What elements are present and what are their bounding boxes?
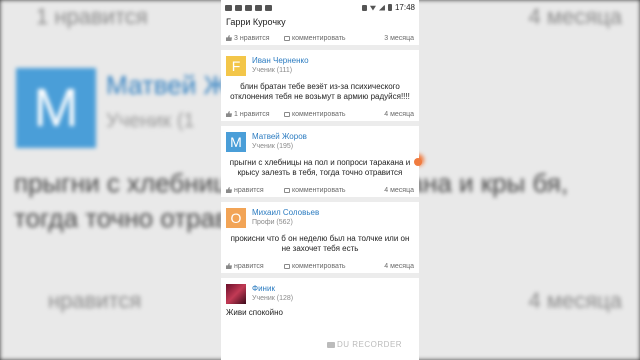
- answer-text: Живи спокойно: [226, 308, 283, 317]
- comment-button[interactable]: комментировать: [284, 263, 346, 270]
- answer-date: 4 месяца: [384, 186, 414, 194]
- comment-icon: [284, 35, 290, 41]
- wifi-icon: [369, 5, 376, 11]
- answer-text: прыгни с хлебницы на пол и попроси тарак…: [229, 158, 411, 177]
- answer-meta: нравится комментировать 4 месяца: [226, 183, 414, 197]
- answer-text: блин братан тебе везёт из-за психическог…: [230, 82, 410, 101]
- comment-icon: [284, 187, 290, 193]
- author-name[interactable]: Михаил Соловьев: [252, 208, 319, 217]
- like-button[interactable]: нравится: [226, 263, 284, 270]
- thumb-up-icon: [226, 263, 232, 269]
- phone-screen: 17:48 Гарри Курочку 3 нравится комментир…: [221, 0, 419, 360]
- signal-icon: [378, 4, 385, 11]
- answer-meta: нравится комментировать 4 месяца: [226, 259, 414, 273]
- clock: 17:48: [394, 3, 415, 12]
- vibrate-icon: [361, 4, 367, 11]
- comment-icon: [284, 111, 290, 117]
- youtube-icon: [245, 4, 252, 11]
- answer-meta: 1 нравится комментировать 4 месяца: [226, 107, 414, 121]
- author-name[interactable]: Матвей Жоров: [252, 132, 307, 141]
- like-button[interactable]: нравится: [226, 187, 284, 194]
- like-button[interactable]: 3 нравится: [226, 35, 284, 42]
- play-store-icon: [265, 4, 272, 11]
- avatar[interactable]: F: [226, 56, 246, 76]
- thumb-up-icon: [226, 187, 232, 193]
- author-name[interactable]: Иван Черненко: [252, 56, 309, 65]
- author-name: Гарри Курочку: [226, 17, 286, 27]
- notification-icons: [225, 4, 272, 11]
- camera-icon: [327, 341, 335, 348]
- bg-subtitle: Ученик (1: [106, 110, 195, 132]
- comment-button[interactable]: комментировать: [284, 35, 346, 42]
- author-rank: Ученик (195): [252, 143, 294, 150]
- comment-icon: [284, 263, 290, 269]
- answer-card-top: Гарри Курочку 3 нравится комментировать …: [221, 15, 419, 50]
- bg-avatar: М: [16, 68, 96, 148]
- comment-button[interactable]: комментировать: [284, 187, 346, 194]
- answer-text: прокисни что б он неделю был на толчке и…: [230, 234, 410, 253]
- recording-indicator[interactable]: [414, 158, 422, 166]
- author-name[interactable]: Финик: [252, 284, 293, 293]
- thumb-up-icon: [226, 35, 232, 41]
- like-button[interactable]: 1 нравится: [226, 111, 284, 118]
- avatar[interactable]: О: [226, 208, 246, 228]
- answer-card: F Иван Черненко Ученик (111) блин братан…: [221, 50, 419, 126]
- answer-meta: 3 нравится комментировать 3 месяца: [226, 31, 414, 45]
- video-icon: [225, 4, 232, 11]
- avatar[interactable]: М: [226, 132, 246, 152]
- youtube-icon: [235, 4, 242, 11]
- battery-icon: [387, 4, 392, 11]
- comment-button[interactable]: комментировать: [284, 111, 346, 118]
- author-rank: Профи (562): [252, 219, 293, 226]
- answer-card: М Матвей Жоров Ученик (195) прыгни с хле…: [221, 126, 419, 202]
- youtube-icon: [255, 4, 262, 11]
- avatar[interactable]: [226, 284, 246, 304]
- answer-card: О Михаил Соловьев Профи (562) прокисни ч…: [221, 202, 419, 278]
- thumb-up-icon: [226, 111, 232, 117]
- author-rank: Ученик (128): [252, 295, 294, 302]
- answer-date: 4 месяца: [384, 262, 414, 270]
- answer-card: Финик Ученик (128) Живи спокойно: [221, 278, 419, 323]
- recorder-watermark: DU RECORDER: [327, 340, 402, 349]
- status-bar: 17:48: [221, 0, 419, 15]
- author-rank: Ученик (111): [252, 67, 293, 74]
- bg-name: Матвей Ж: [106, 70, 228, 100]
- answer-date: 4 месяца: [384, 110, 414, 118]
- answer-date: 3 месяца: [384, 34, 414, 42]
